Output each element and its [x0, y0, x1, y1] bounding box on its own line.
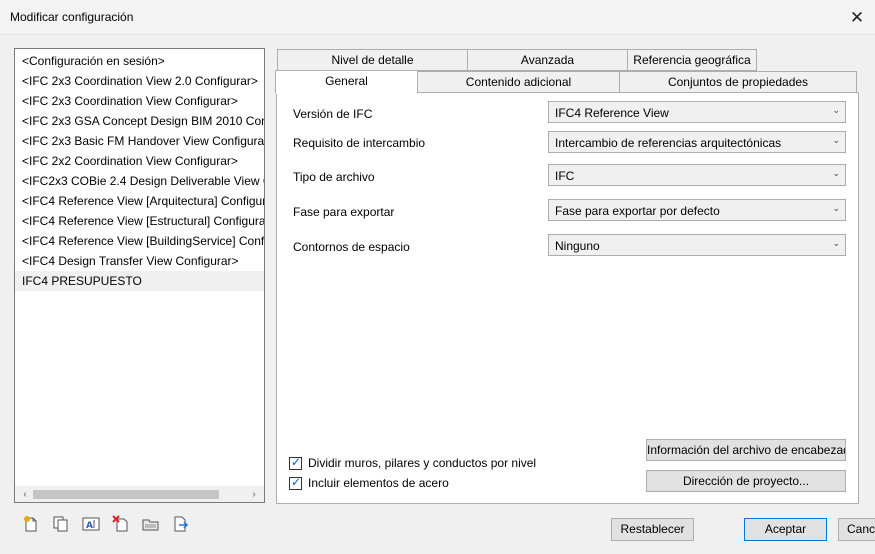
include-steel-checkbox-row[interactable]: ✓ Incluir elementos de acero [289, 475, 449, 491]
split-walls-label: Dividir muros, pilares y conductos por n… [308, 456, 537, 470]
file-type-label: Tipo de archivo [293, 170, 375, 184]
list-item[interactable]: <Configuración en sesión> [15, 51, 264, 71]
split-walls-checkbox[interactable]: ✓ [289, 454, 302, 470]
close-button[interactable]: ✕ [839, 0, 875, 35]
list-item[interactable]: <IFC4 Reference View [BuildingService] C… [15, 231, 264, 251]
tab-general[interactable]: General [275, 70, 418, 94]
file-type-dropdown[interactable]: IFC ⌄ [548, 164, 846, 186]
phase-to-export-dropdown[interactable]: Fase para exportar por defecto ⌄ [548, 199, 846, 221]
file-type-value: IFC [555, 169, 575, 183]
tab-avanzada[interactable]: Avanzada [467, 49, 628, 71]
space-boundaries-value: Ninguno [555, 239, 600, 253]
list-item[interactable]: <IFC 2x3 Coordination View Configurar> [15, 91, 264, 111]
delete-setup-icon[interactable] [112, 515, 130, 533]
import-setup-icon[interactable] [142, 515, 160, 533]
list-item[interactable]: <IFC 2x2 Coordination View Configurar> [15, 151, 264, 171]
space-boundaries-label: Contornos de espacio [293, 240, 410, 254]
list-item[interactable]: IFC4 PRESUPUESTO [15, 271, 264, 291]
space-boundaries-dropdown[interactable]: Ninguno ⌄ [548, 234, 846, 256]
list-item[interactable]: <IFC4 Design Transfer View Configurar> [15, 251, 264, 271]
title-bar: Modificar configuración ✕ [0, 0, 875, 35]
export-setup-icon[interactable] [172, 515, 190, 533]
header-info-button[interactable]: Información del archivo de encabezado... [646, 439, 846, 461]
include-steel-label: Incluir elementos de acero [308, 476, 449, 490]
horizontal-scrollbar[interactable]: ‹ › [15, 486, 264, 502]
split-walls-checkbox-row[interactable]: ✓ Dividir muros, pilares y conductos por… [289, 455, 536, 471]
list-item[interactable]: <IFC 2x3 GSA Concept Design BIM 2010 Con… [15, 111, 264, 131]
exchange-requirement-value: Intercambio de referencias arquitectónic… [555, 136, 782, 150]
checkmark-icon: ✓ [291, 454, 302, 469]
scroll-right-icon[interactable]: › [246, 486, 262, 502]
configuration-items: <Configuración en sesión> <IFC 2x3 Coordi… [15, 51, 264, 291]
phase-to-export-label: Fase para exportar [293, 205, 395, 219]
ifc-version-label: Versión de IFC [293, 107, 373, 121]
tab-contenido-adicional[interactable]: Contenido adicional [417, 71, 620, 93]
include-steel-checkbox[interactable]: ✓ [289, 474, 302, 490]
list-item[interactable]: <IFC4 Reference View [Arquitectura] Conf… [15, 191, 264, 211]
cancel-button[interactable]: Cancelar [838, 518, 875, 541]
duplicate-setup-icon[interactable] [52, 515, 70, 533]
chevron-down-icon: ⌄ [832, 203, 840, 213]
tab-nivel-de-detalle[interactable]: Nivel de detalle [277, 49, 468, 71]
reset-button[interactable]: Restablecer [611, 518, 694, 541]
close-icon: ✕ [849, 7, 865, 27]
list-item[interactable]: <IFC4 Reference View [Estructural] Confi… [15, 211, 264, 231]
chevron-down-icon: ⌄ [832, 135, 840, 145]
exchange-requirement-label: Requisito de intercambio [293, 136, 426, 150]
checkmark-icon: ✓ [291, 474, 302, 489]
chevron-down-icon: ⌄ [832, 238, 840, 248]
scroll-left-icon[interactable]: ‹ [17, 486, 33, 502]
list-item[interactable]: <IFC2x3 COBie 2.4 Design Deliverable Vie… [15, 171, 264, 191]
tab-referencia-geografica[interactable]: Referencia geográfica [627, 49, 757, 71]
ifc-version-value: IFC4 Reference View [555, 106, 669, 120]
svg-text:A: A [86, 521, 93, 531]
chevron-down-icon: ⌄ [832, 168, 840, 178]
project-address-button[interactable]: Dirección de proyecto... [646, 470, 846, 492]
scroll-thumb[interactable] [33, 490, 219, 499]
phase-to-export-value: Fase para exportar por defecto [555, 204, 720, 218]
configuration-list[interactable]: <Configuración en sesión> <IFC 2x3 Coordi… [14, 48, 265, 503]
window-title: Modificar configuración [10, 10, 134, 24]
exchange-requirement-dropdown[interactable]: Intercambio de referencias arquitectónic… [548, 131, 846, 153]
list-item[interactable]: <IFC 2x3 Coordination View 2.0 Configura… [15, 71, 264, 91]
rename-setup-icon[interactable]: A [82, 515, 100, 533]
tab-conjuntos-de-propiedades[interactable]: Conjuntos de propiedades [619, 71, 857, 93]
new-setup-icon[interactable] [22, 515, 40, 533]
chevron-down-icon: ⌄ [832, 105, 840, 115]
general-tab-panel: Versión de IFC IFC4 Reference View ⌄ Req… [276, 92, 859, 504]
list-item[interactable]: <IFC 2x3 Basic FM Handover View Configur… [15, 131, 264, 151]
ifc-version-dropdown[interactable]: IFC4 Reference View ⌄ [548, 101, 846, 123]
ok-button[interactable]: Aceptar [744, 518, 827, 541]
